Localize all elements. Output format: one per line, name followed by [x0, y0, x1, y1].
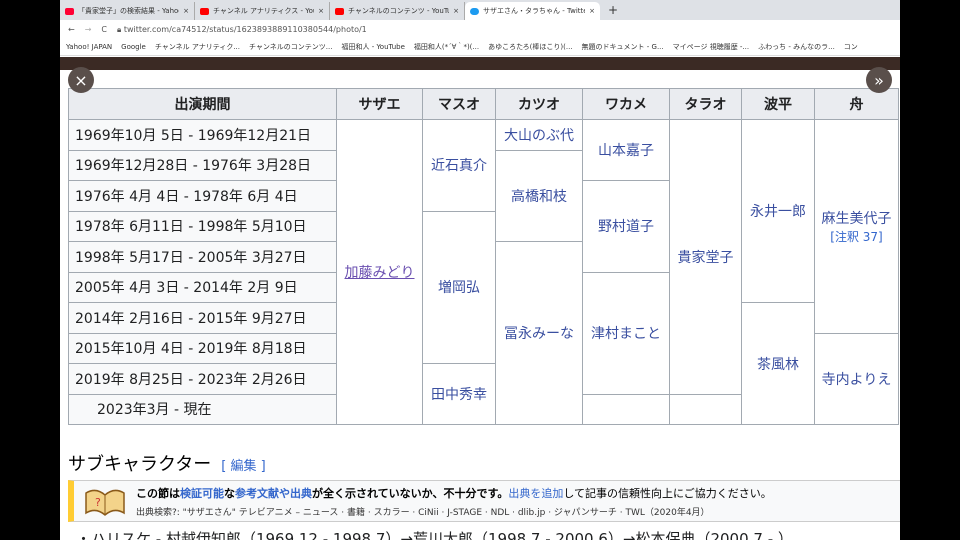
actor-link[interactable]: 寺内よりえ: [814, 332, 899, 425]
bookmark[interactable]: チャンネル アナリティク...: [155, 42, 240, 52]
references-link[interactable]: 参考文献や出典: [235, 487, 312, 500]
lock-icon: 🔒︎: [117, 24, 124, 34]
header-wakame: ワカメ: [582, 88, 670, 120]
close-tab-icon[interactable]: ×: [183, 7, 189, 15]
period-cell: 2005年 4月 3日 - 2014年 2月 9日: [68, 271, 337, 303]
actor-link[interactable]: 津村まこと: [582, 271, 670, 395]
address-bar: ← → C 🔒︎ twitter.com/ca74512/status/162389…: [60, 20, 900, 39]
header-tarao: タラオ: [669, 88, 742, 120]
tab-twitter[interactable]: サザエさん・タラちゃん - Twitter検索×: [465, 2, 600, 20]
forward-icon[interactable]: →: [85, 25, 92, 34]
url-input[interactable]: 🔒︎ twitter.com/ca74512/status/1623893889…: [117, 25, 367, 35]
bookmark[interactable]: あゆころたろ(棒ほこり)(...: [488, 42, 572, 52]
bookmark[interactable]: マイページ 視聴履歴 -...: [673, 42, 750, 52]
close-tab-icon[interactable]: ×: [589, 7, 595, 15]
add-source-link[interactable]: 出典を追加: [508, 487, 563, 500]
fune-cell: 麻生美代子 [注釈 37]: [814, 119, 899, 334]
empty-cell: [582, 393, 670, 425]
source-search-links[interactable]: 出典検索?: "サザエさん" テレビアニメ – ニュース · 書籍 · スカラー…: [136, 505, 900, 518]
header-period: 出演期間: [68, 88, 337, 120]
actor-link[interactable]: 高橋和枝: [495, 149, 583, 242]
verifiable-link[interactable]: 検証可能: [180, 487, 224, 500]
bookmark[interactable]: Google: [121, 43, 146, 51]
actor-link[interactable]: 増岡弘: [422, 210, 496, 364]
tab-yahoo[interactable]: 「貴家堂子」の検索結果 - Yahoo!検索×: [60, 2, 195, 20]
empty-cell: [669, 393, 742, 425]
close-tab-icon[interactable]: ×: [453, 7, 459, 15]
actor-link[interactable]: 山本嘉子: [582, 119, 670, 181]
period-cell: 2019年 8月25日 - 2023年 2月26日: [68, 363, 337, 395]
period-cell: 1978年 6月11日 - 1998年 5月10日: [68, 210, 337, 242]
new-tab-button[interactable]: +: [600, 3, 626, 20]
cast-table: 出演期間 サザエ マスオ カツオ ワカメ タラオ 波平 舟 1969年10月 5…: [68, 88, 899, 425]
close-tab-icon[interactable]: ×: [318, 7, 324, 15]
footnote-link[interactable]: [注釈 37]: [830, 230, 882, 244]
photo-content: 出演期間 サザエ マスオ カツオ ワカメ タラオ 波平 舟 1969年10月 5…: [60, 67, 900, 540]
bookmark[interactable]: 福田和人 - YouTube: [341, 42, 404, 52]
sub-character-item: ・ハリスケ - 村越伊知郎（1969.12 - 1998.7）→荒川太郎（199…: [76, 530, 793, 540]
period-cell: 1976年 4月 4日 - 1978年 6月 4日: [68, 180, 337, 212]
bookmarks-bar: Yahoo! JAPAN Google チャンネル アナリティク... チャンネ…: [60, 39, 900, 56]
bookmark[interactable]: ふわっち - みんなのラ...: [758, 42, 835, 52]
edit-link[interactable]: [ 編集 ]: [221, 459, 265, 474]
period-cell: 1998年 5月17日 - 2005年 3月27日: [68, 241, 337, 273]
period-cell: 2015年10月 4日 - 2019年 8月18日: [68, 332, 337, 364]
svg-text:?: ?: [95, 496, 101, 509]
youtube-icon: [335, 7, 344, 15]
actor-link[interactable]: 貴家堂子: [669, 119, 742, 395]
period-cell: 2023年3月 - 現在: [68, 393, 337, 425]
bookmark[interactable]: Yahoo! JAPAN: [66, 43, 112, 51]
bookmark[interactable]: 福田和人(*´∀｀*)(...: [414, 42, 479, 52]
next-photo-button[interactable]: »: [866, 67, 892, 93]
header-fune: 舟: [814, 88, 899, 120]
bookmark[interactable]: コン: [844, 42, 858, 52]
actor-link[interactable]: 永井一郎: [741, 119, 815, 303]
reload-icon[interactable]: C: [101, 25, 107, 34]
period-cell: 1969年10月 5日 - 1969年12月21日: [68, 119, 337, 151]
book-icon: ?: [85, 489, 125, 517]
actor-link[interactable]: 野村道子: [582, 180, 670, 273]
tab-analytics[interactable]: チャンネル アナリティクス - YouTube Studio×: [195, 2, 330, 20]
header-katsuo: カツオ: [495, 88, 583, 120]
tab-bar: 「貴家堂子」の検索結果 - Yahoo!検索× チャンネル アナリティクス - …: [60, 0, 900, 20]
tab-contents[interactable]: チャンネルのコンテンツ - YouTube Studio×: [330, 2, 465, 20]
actor-link[interactable]: 茶風林: [741, 302, 815, 425]
yahoo-icon: [65, 7, 74, 15]
actor-link[interactable]: 冨永みーな: [495, 241, 583, 425]
header-sazae: サザエ: [336, 88, 423, 120]
browser-window: 「貴家堂子」の検索結果 - Yahoo!検索× チャンネル アナリティクス - …: [60, 0, 900, 540]
close-viewer-button[interactable]: ×: [68, 67, 94, 93]
period-cell: 1969年12月28日 - 1976年 3月28日: [68, 149, 337, 181]
bookmark[interactable]: 無題のドキュメント - G...: [582, 42, 664, 52]
header-masuo: マスオ: [422, 88, 496, 120]
section-heading: サブキャラクター[ 編集 ]: [68, 454, 266, 475]
back-icon[interactable]: ←: [68, 25, 75, 34]
bookmark[interactable]: チャンネルのコンテンツ...: [249, 42, 332, 52]
twitter-icon: [470, 7, 479, 15]
period-cell: 2014年 2月16日 - 2015年 9月27日: [68, 302, 337, 334]
actor-link[interactable]: 麻生美代子: [822, 211, 892, 227]
actor-link[interactable]: 田中秀幸: [422, 363, 496, 425]
viewer-top-bar: [60, 57, 900, 70]
actor-link[interactable]: 近石真介: [422, 119, 496, 212]
actor-link[interactable]: 加藤みどり: [336, 119, 423, 425]
youtube-icon: [200, 7, 209, 15]
header-namihei: 波平: [741, 88, 815, 120]
actor-link[interactable]: 大山のぶ代: [495, 119, 583, 151]
citation-notice: ? この節は検証可能な参考文献や出典が全く示されていないか、不十分です。出典を追…: [68, 480, 900, 522]
